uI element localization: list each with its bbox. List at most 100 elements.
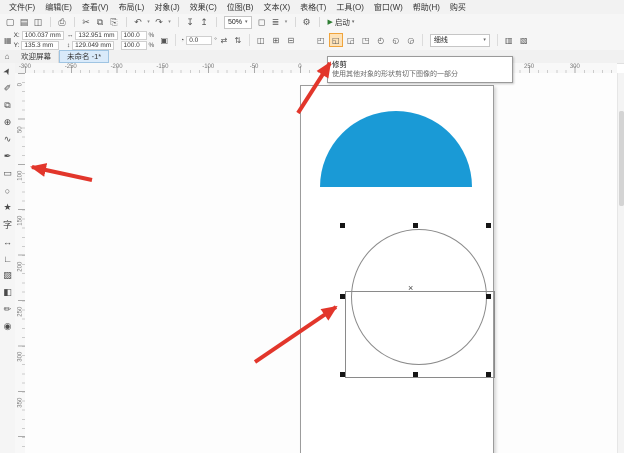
scale-y-input[interactable]: 100.0: [121, 41, 147, 50]
zoom-tool[interactable]: ⊕: [1, 116, 14, 129]
object-height-input[interactable]: 129.049 mm: [72, 41, 114, 50]
selection-handle[interactable]: [413, 223, 418, 228]
mirror-horizontal-icon[interactable]: ⇄: [217, 33, 231, 47]
group-objects-icon[interactable]: ⊞: [269, 33, 283, 47]
trim-icon[interactable]: ◱: [329, 33, 343, 47]
menu-view[interactable]: 查看(V): [77, 2, 114, 13]
scale-x-input[interactable]: 100.0: [121, 31, 147, 40]
simplify-icon[interactable]: ◳: [359, 33, 373, 47]
pick-tool[interactable]: ➤: [0, 63, 16, 81]
y-position-input[interactable]: 135.3 mm: [21, 41, 59, 50]
menu-file[interactable]: 文件(F): [4, 2, 40, 13]
selection-handle[interactable]: [486, 294, 491, 299]
separator: [175, 34, 176, 46]
fullscreen-icon[interactable]: ◻: [255, 16, 269, 29]
selection-center-marker: ×: [408, 283, 413, 293]
separator: [45, 17, 51, 27]
separator: [173, 17, 179, 27]
create-boundary-icon[interactable]: ◶: [404, 33, 418, 47]
dimension-tool[interactable]: ↔: [1, 235, 14, 248]
menu-table[interactable]: 表格(T): [295, 2, 331, 13]
rectangle-outline-shape[interactable]: [345, 291, 495, 378]
toolbox: ➤✐ ⧉ ⊕ ∿ ✒ ▭ ○ ★ 字 ↔ ∟ ▨ ◧ ✏ ◉: [0, 63, 16, 453]
wrap-text-icon[interactable]: ▥: [502, 33, 516, 47]
quick-customize-icon[interactable]: ▧: [517, 33, 531, 47]
intersect-icon[interactable]: ◲: [344, 33, 358, 47]
options-gear-icon[interactable]: ⚙: [300, 16, 314, 29]
redo-dropdown-icon[interactable]: ▾: [166, 16, 173, 29]
undo-dropdown-icon[interactable]: ▾: [145, 16, 152, 29]
redo-icon[interactable]: ↷: [152, 16, 166, 29]
zoom-level-combo[interactable]: 50% ▾: [224, 16, 252, 29]
separator: [290, 17, 296, 27]
cut-icon[interactable]: ✂: [79, 16, 93, 29]
text-tool[interactable]: 字: [1, 218, 14, 231]
object-position-icon: ▦: [4, 36, 12, 45]
menu-bitmaps[interactable]: 位图(B): [222, 2, 259, 13]
menu-tools[interactable]: 工具(O): [331, 2, 369, 13]
selection-handle[interactable]: [413, 372, 418, 377]
import-icon[interactable]: ↧: [183, 16, 197, 29]
rectangle-tool[interactable]: ▭: [1, 167, 14, 180]
scrollbar-thumb[interactable]: [619, 111, 624, 206]
menu-object[interactable]: 对象(J): [149, 2, 184, 13]
launch-button[interactable]: ▶ 启动 ▾: [328, 17, 355, 28]
freehand-tool[interactable]: ∿: [1, 133, 14, 146]
selection-handle[interactable]: [340, 372, 345, 377]
separator: [249, 34, 250, 46]
interactive-fill-tool[interactable]: ◉: [1, 320, 14, 333]
zoom-level-value: 50%: [228, 19, 242, 26]
selection-handle[interactable]: [340, 223, 345, 228]
rotation-icon: ◔: [180, 37, 184, 44]
menu-effects[interactable]: 效果(C): [185, 2, 222, 13]
new-document-icon[interactable]: ▢: [3, 16, 17, 29]
menu-help[interactable]: 帮助(H): [408, 2, 445, 13]
menu-layout[interactable]: 布局(L): [114, 2, 150, 13]
object-width-input[interactable]: 132.951 mm: [75, 31, 117, 40]
back-minus-front-icon[interactable]: ◵: [389, 33, 403, 47]
shape-tool[interactable]: ✐: [1, 82, 14, 95]
undo-icon[interactable]: ↶: [131, 16, 145, 29]
artistic-media-tool[interactable]: ✒: [1, 150, 14, 163]
tab-welcome-screen[interactable]: 欢迎屏幕: [14, 51, 59, 63]
mirror-vertical-icon[interactable]: ⇅: [231, 33, 245, 47]
front-minus-back-icon[interactable]: ◴: [374, 33, 388, 47]
menu-edit[interactable]: 编辑(E): [40, 2, 77, 13]
ungroup-objects-icon[interactable]: ⊟: [284, 33, 298, 47]
selection-handle[interactable]: [486, 223, 491, 228]
menu-buy[interactable]: 购买: [445, 2, 471, 13]
weld-icon[interactable]: ◰: [314, 33, 328, 47]
eyedropper-tool[interactable]: ✏: [1, 303, 14, 316]
outline-width-combo[interactable]: 细线 ▾: [430, 34, 490, 47]
paste-icon[interactable]: ⎘: [107, 16, 121, 29]
scale-fields: 100.0 % 100.0 %: [121, 31, 155, 50]
home-icon[interactable]: ⌂: [0, 52, 14, 61]
x-position-input[interactable]: 100.037 mm: [22, 31, 64, 40]
copy-icon[interactable]: ⧉: [93, 16, 107, 29]
coreldraw-window: 文件(F)编辑(E)查看(V)布局(L)对象(J)效果(C)位图(B)文本(X)…: [0, 0, 624, 453]
snap-dropdown-icon[interactable]: ▾: [283, 16, 290, 29]
rotation-angle-input[interactable]: 0.0: [186, 36, 212, 45]
transparency-tool[interactable]: ◧: [1, 286, 14, 299]
drop-shadow-tool[interactable]: ▨: [1, 269, 14, 282]
polygon-tool[interactable]: ★: [1, 201, 14, 214]
connector-tool[interactable]: ∟: [1, 252, 14, 265]
menu-text[interactable]: 文本(X): [258, 2, 295, 13]
snap-to-icon[interactable]: ≣: [269, 16, 283, 29]
percent-label: %: [149, 32, 155, 39]
lock-ratio-icon[interactable]: ▣: [157, 33, 171, 47]
save-icon[interactable]: ◫: [31, 16, 45, 29]
menu-window[interactable]: 窗口(W): [369, 2, 408, 13]
export-icon[interactable]: ↥: [197, 16, 211, 29]
selection-handle[interactable]: [486, 372, 491, 377]
vertical-scrollbar[interactable]: [617, 73, 624, 453]
print-icon[interactable]: ⎙: [55, 16, 69, 29]
separator: [422, 34, 423, 46]
combine-objects-icon[interactable]: ◫: [254, 33, 268, 47]
crop-tool[interactable]: ⧉: [1, 99, 14, 112]
open-icon[interactable]: ▤: [17, 16, 31, 29]
ellipse-tool[interactable]: ○: [1, 184, 14, 197]
tab-untitled-document[interactable]: 未命名 -1*: [59, 50, 109, 63]
selection-handle[interactable]: [340, 294, 345, 299]
position-fields: X: 100.037 mm Y: 135.3 mm: [14, 31, 64, 50]
